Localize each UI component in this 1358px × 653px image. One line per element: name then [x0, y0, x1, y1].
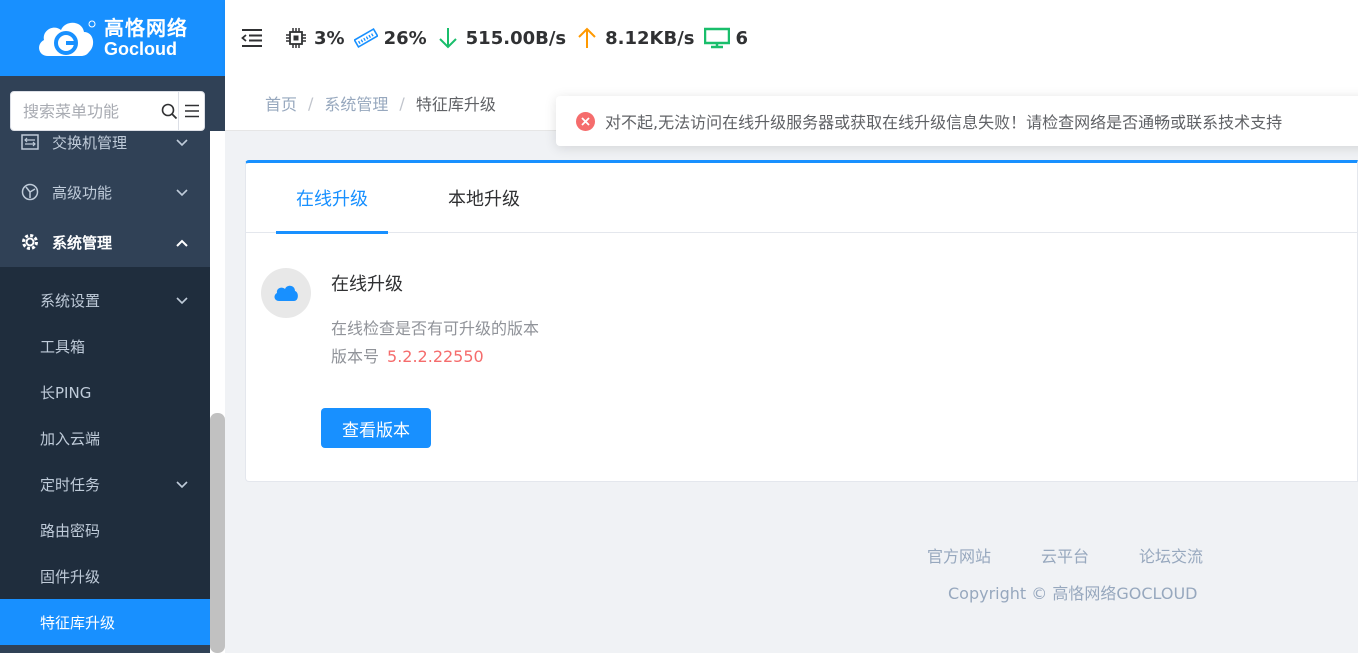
top-bar: 3% 26% 515.00B/s 8.12KB/s 6: [225, 0, 1358, 76]
check-version-button[interactable]: 查看版本: [321, 408, 431, 448]
copyright: Copyright © 高恪网络GOCLOUD: [948, 584, 1198, 603]
sidebar-submenu: 系统设置 工具箱 长PING 加入云端 定时任务 路由密码 固件升级 特征库升级: [0, 267, 210, 645]
chevron-up-icon: [176, 233, 188, 251]
sidebar-item-advanced[interactable]: 高级功能: [0, 167, 210, 217]
footer-link-official-site[interactable]: 官方网站: [927, 543, 991, 567]
version-row: 版本号 5.2.2.22550: [331, 343, 539, 367]
monitor-icon: [703, 27, 730, 49]
error-icon: [576, 111, 595, 131]
search-icon[interactable]: [161, 93, 178, 129]
sidebar-item-label: 定时任务: [40, 475, 101, 494]
memory-usage: 26%: [353, 26, 427, 50]
chevron-down-icon: [176, 475, 188, 493]
sidebar-subitem-long-ping[interactable]: 长PING: [0, 369, 210, 415]
footer-link-cloud-platform[interactable]: 云平台: [1041, 543, 1089, 567]
sidebar-subitem-scheduled-tasks[interactable]: 定时任务: [0, 461, 210, 507]
breadcrumb-home[interactable]: 首页: [265, 91, 297, 115]
sidebar-item-label: 系统管理: [52, 233, 113, 252]
sidebar-subitem-toolbox[interactable]: 工具箱: [0, 323, 210, 369]
sidebar-item-label: 路由密码: [40, 521, 101, 540]
advanced-icon: [20, 182, 40, 202]
sidebar-item-system[interactable]: 系统管理: [0, 217, 210, 267]
chevron-down-icon: [176, 291, 188, 309]
sidebar-item-label: 加入云端: [40, 429, 101, 448]
breadcrumb-current: 特征库升级: [415, 95, 496, 114]
download-speed: 515.00B/s: [436, 26, 566, 50]
tab-bar: 在线升级 本地升级: [246, 163, 1357, 234]
arrow-down-icon: [438, 28, 457, 49]
cloud-logo-icon: [34, 16, 98, 60]
sidebar-subitem-settings[interactable]: 系统设置: [0, 277, 210, 323]
sidebar-subitem-router-password[interactable]: 路由密码: [0, 507, 210, 553]
upgrade-description: 在线检查是否有可升级的版本: [331, 319, 540, 338]
online-upgrade-section: 在线升级 在线检查是否有可升级的版本 版本号 5.2.2.22550: [261, 268, 539, 367]
cpu-usage: 3%: [284, 26, 345, 50]
sidebar: 交换机管理 高级功能 系统管理 系统设置 工具箱 长PING 加入云端 定时任务…: [0, 0, 225, 653]
search-input[interactable]: [11, 93, 161, 129]
collapse-sidebar-icon[interactable]: [240, 26, 264, 50]
upload-speed: 8.12KB/s: [575, 26, 695, 50]
breadcrumb-separator: /: [308, 93, 314, 113]
upgrade-card: 在线升级 本地升级 在线升级 在线检查是否有可升级的版本 版本号 5.2.2.22…: [245, 160, 1358, 482]
menu-search: [10, 91, 205, 131]
sidebar-subitem-join-cloud[interactable]: 加入云端: [0, 415, 210, 461]
sidebar-item-label: 高级功能: [52, 183, 113, 202]
upgrade-info: 在线升级 在线检查是否有可升级的版本 版本号 5.2.2.22550: [331, 268, 539, 367]
version-label: 版本号: [331, 347, 380, 366]
cpu-icon: [286, 28, 306, 48]
cloud-icon: [261, 268, 311, 318]
arrow-up-icon: [578, 27, 596, 48]
chevron-down-icon: [176, 183, 188, 201]
chevron-down-icon: [176, 133, 188, 151]
error-toast: 对不起,无法访问在线升级服务器或获取在线升级信息失败！请检查网络是否通畅或联系技…: [556, 96, 1358, 146]
sidebar-scrollbar-thumb[interactable]: [210, 413, 225, 653]
sidebar-item-label: 特征库升级: [40, 613, 116, 632]
sidebar-item-label: 系统设置: [40, 291, 101, 310]
sidebar-menu: 交换机管理 高级功能 系统管理 系统设置 工具箱 长PING 加入云端 定时任务…: [0, 117, 210, 653]
toast-message: 对不起,无法访问在线升级服务器或获取在线升级信息失败！请检查网络是否通畅或联系技…: [605, 113, 1283, 132]
sidebar-subitem-signature-upgrade[interactable]: 特征库升级: [0, 599, 210, 645]
sidebar-item-label: 长PING: [40, 383, 92, 402]
footer-links: 官方网站 云平台 论坛交流: [927, 543, 1253, 567]
upgrade-title: 在线升级: [331, 274, 403, 295]
sidebar-item-label: 固件升级: [40, 567, 101, 586]
gear-icon: [20, 232, 40, 252]
tab-local-upgrade[interactable]: 本地升级: [428, 163, 540, 233]
tab-online-upgrade[interactable]: 在线升级: [276, 163, 388, 234]
version-number: 5.2.2.22550: [387, 347, 484, 366]
breadcrumb-separator: /: [399, 93, 405, 113]
breadcrumb-system[interactable]: 系统管理: [324, 91, 388, 115]
memory-icon: [353, 27, 378, 49]
footer-link-forum[interactable]: 论坛交流: [1139, 543, 1203, 567]
menu-list-icon[interactable]: [178, 92, 204, 130]
online-terminals: 6: [703, 26, 748, 50]
brand-name: 高恪网络 Gocloud: [104, 16, 188, 59]
sidebar-item-label: 交换机管理: [52, 133, 128, 152]
sidebar-item-label: 工具箱: [40, 337, 86, 356]
logo: 高恪网络 Gocloud: [0, 0, 225, 76]
sidebar-subitem-firmware-upgrade[interactable]: 固件升级: [0, 553, 210, 599]
switch-icon: [20, 132, 40, 152]
